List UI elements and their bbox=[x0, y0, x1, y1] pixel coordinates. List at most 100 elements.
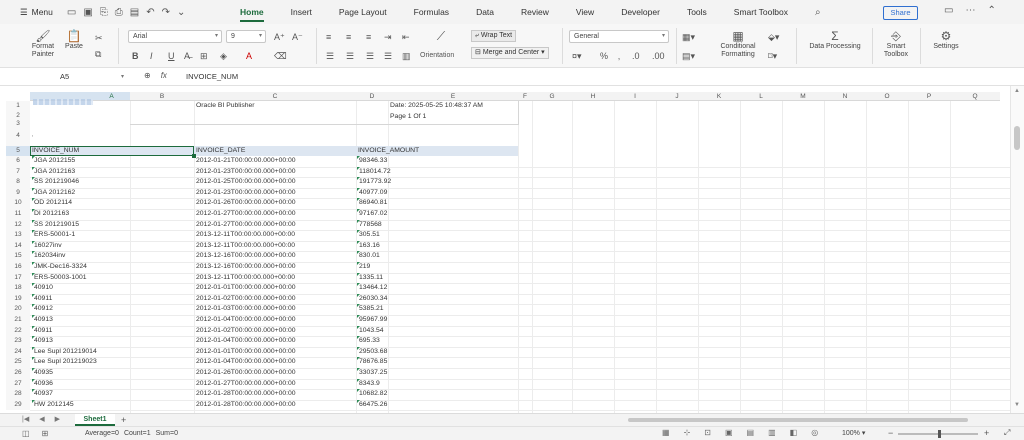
cell-invoice-date[interactable]: 2012-01-01T00:00:00.000+00:00 bbox=[196, 283, 296, 293]
cell-invoice-amount[interactable]: 8343.9 bbox=[357, 378, 380, 389]
cell-invoice-amount[interactable]: 95967.99 bbox=[356, 315, 387, 325]
distribute-icon[interactable]: ▥ bbox=[402, 51, 411, 61]
row-header-2[interactable]: 2 bbox=[6, 111, 30, 120]
number-format-select[interactable]: General ▾ bbox=[569, 30, 669, 43]
cell-invoice-amount[interactable]: 33037.25 bbox=[356, 368, 387, 378]
column-header-d[interactable]: D bbox=[356, 92, 388, 101]
zoom-knob[interactable] bbox=[938, 430, 941, 438]
table-style-icon[interactable]: ▤▾ bbox=[682, 51, 695, 61]
cell-invoice-num[interactable]: ERS-50001-1 bbox=[31, 230, 75, 240]
row-header[interactable]: 20 bbox=[6, 304, 30, 315]
align-left-icon[interactable]: ☰ bbox=[326, 51, 334, 61]
column-header-q[interactable]: Q bbox=[950, 92, 1000, 101]
row-header[interactable]: 21 bbox=[6, 315, 30, 326]
decrease-font-icon[interactable]: A⁻ bbox=[292, 32, 303, 42]
decrease-decimal-icon[interactable]: .00 bbox=[652, 51, 665, 61]
share-button[interactable]: Share bbox=[883, 6, 918, 20]
cell-invoice-num[interactable]: 40936 bbox=[32, 378, 53, 389]
cell-invoice-num[interactable]: 40937 bbox=[32, 389, 53, 399]
scroll-thumb[interactable] bbox=[1014, 126, 1020, 150]
cell-invoice-num[interactable]: 40911 bbox=[31, 325, 52, 336]
cell-invoice-num[interactable]: JGA 2012155 bbox=[31, 156, 75, 166]
cell-invoice-amount[interactable]: 1335.11 bbox=[356, 272, 383, 283]
row-header[interactable]: 25 bbox=[6, 357, 30, 368]
align-top-icon[interactable]: ≡ bbox=[326, 32, 331, 42]
save-icon[interactable]: ▣ bbox=[83, 7, 92, 18]
spreadsheet-grid[interactable]: A B C D E F G H I J K L M N O P Q 1 2 3 … bbox=[0, 86, 1010, 413]
cell-style-icon[interactable]: ▦▾ bbox=[682, 32, 695, 42]
cell-invoice-amount[interactable]: 778568 bbox=[357, 219, 382, 230]
search-icon[interactable]: ⌕ bbox=[815, 7, 821, 18]
orientation-label[interactable]: Orientation bbox=[420, 51, 454, 61]
currency-icon[interactable]: ¤▾ bbox=[572, 51, 582, 61]
add-sheet-icon[interactable]: + bbox=[121, 414, 126, 426]
fill-color-icon[interactable]: ◈ bbox=[220, 51, 227, 61]
cell-invoice-date[interactable]: 2012-01-26T00:00:00.000+00:00 bbox=[196, 368, 296, 378]
zoom-level[interactable]: 100% ▾ bbox=[842, 429, 865, 439]
page-break-icon[interactable]: ▥ bbox=[768, 428, 776, 437]
cell-invoice-amount[interactable]: 40977.09 bbox=[356, 187, 387, 198]
cell-invoice-date[interactable]: 2012-01-03T00:00:00.000+00:00 bbox=[196, 304, 296, 314]
row-header[interactable]: 13 bbox=[6, 230, 30, 241]
view-mode-icon[interactable]: ◎ bbox=[811, 428, 818, 437]
underline-icon[interactable]: U bbox=[168, 51, 175, 61]
tab-developer[interactable]: Developer bbox=[621, 0, 660, 24]
row-header[interactable]: 7 bbox=[6, 166, 30, 178]
wrap-text-button[interactable]: ⤶ Wrap Text bbox=[471, 30, 517, 42]
cell-invoice-num[interactable]: 40913 bbox=[32, 315, 53, 325]
tab-data[interactable]: Data bbox=[476, 0, 494, 24]
cell-invoice-date[interactable]: 2012-01-25T00:00:00.000+00:00 bbox=[196, 177, 296, 187]
cell-invoice-date[interactable]: 2012-01-01T00:00:00.000+00:00 bbox=[196, 347, 296, 357]
column-header-k[interactable]: K bbox=[698, 92, 740, 101]
row-header[interactable]: 11 bbox=[6, 209, 30, 220]
cell-invoice-num[interactable]: DI 2012163 bbox=[31, 209, 69, 219]
name-box[interactable]: A5 ▾ bbox=[22, 71, 130, 83]
column-header-h[interactable]: H bbox=[572, 92, 614, 101]
justify-icon[interactable]: ☰ bbox=[384, 51, 392, 61]
cell-invoice-date[interactable]: 2013-12-16T00:00:00.000+00:00 bbox=[196, 262, 296, 272]
row-header[interactable]: 18 bbox=[6, 283, 30, 294]
menu-button[interactable]: ☰ Menu bbox=[20, 7, 53, 18]
collapse-ribbon-icon[interactable]: ⌃ bbox=[987, 5, 995, 16]
orientation-button[interactable]: ⟋ bbox=[426, 29, 456, 43]
print-preview-icon[interactable]: ▤ bbox=[130, 7, 139, 18]
cell-invoice-amount[interactable]: 219 bbox=[356, 262, 370, 272]
row-header[interactable]: 14 bbox=[6, 240, 30, 252]
cell-invoice-date[interactable]: 2012-01-23T00:00:00.000+00:00 bbox=[196, 188, 296, 198]
zoom-icon[interactable]: ⊕ bbox=[144, 71, 151, 80]
next-sheet-icon[interactable]: ▶ bbox=[55, 415, 60, 423]
cell-invoice-num[interactable]: Lee Supl 201219023 bbox=[32, 357, 97, 367]
cell-invoice-date[interactable]: 2013-12-16T00:00:00.000+00:00 bbox=[196, 251, 296, 261]
align-center-icon[interactable]: ☰ bbox=[346, 51, 354, 61]
zoom-in-icon[interactable]: + bbox=[984, 428, 989, 438]
row-header-3[interactable]: 3 bbox=[6, 120, 30, 128]
format-icon[interactable]: ⌑▾ bbox=[768, 51, 777, 61]
cell-invoice-num[interactable]: SS 201219046 bbox=[32, 177, 79, 187]
tab-view[interactable]: View bbox=[576, 0, 594, 24]
cell-invoice-date[interactable]: 2012-01-28T00:00:00.000+00:00 bbox=[196, 389, 296, 399]
tab-smart-toolbox[interactable]: Smart Toolbox bbox=[734, 0, 788, 24]
row-header[interactable]: 22 bbox=[6, 325, 30, 337]
fx-icon[interactable]: fx bbox=[161, 71, 167, 80]
row-header[interactable]: 24 bbox=[6, 346, 30, 358]
merge-center-button[interactable]: ⊟ Merge and Center ▾ bbox=[471, 47, 549, 59]
vertical-scrollbar[interactable]: ▲ ▼ bbox=[1010, 86, 1024, 413]
row-header[interactable]: 10 bbox=[6, 198, 30, 209]
cell-invoice-amount[interactable]: 695.33 bbox=[357, 336, 380, 346]
cell-invoice-num[interactable]: HW 2012145 bbox=[32, 399, 74, 410]
cell-invoice-amount[interactable]: 98346.33 bbox=[356, 156, 387, 166]
cell-invoice-amount[interactable]: 163.16 bbox=[357, 240, 380, 251]
column-header-e[interactable]: E bbox=[388, 92, 518, 101]
thousands-icon[interactable]: ‚ bbox=[618, 51, 620, 61]
horizontal-scrollbar[interactable] bbox=[618, 417, 978, 423]
cell-invoice-date[interactable]: 2012-01-28T00:00:00.000+00:00 bbox=[196, 400, 296, 410]
cell-invoice-num[interactable]: 16027inv bbox=[32, 240, 62, 251]
tab-tools[interactable]: Tools bbox=[687, 0, 707, 24]
strikethrough-icon[interactable]: A̶ bbox=[184, 51, 190, 61]
cell-invoice-amount[interactable]: 66475.26 bbox=[356, 399, 387, 410]
active-cell-selection[interactable] bbox=[30, 146, 196, 158]
paste-button[interactable]: 📋 Paste bbox=[62, 29, 86, 51]
cell-invoice-num[interactable]: 40912 bbox=[32, 304, 53, 314]
cell-invoice-date[interactable]: 2012-01-27T00:00:00.000+00:00 bbox=[196, 209, 296, 219]
cell-invoice-amount[interactable]: 5385.21 bbox=[357, 304, 384, 314]
